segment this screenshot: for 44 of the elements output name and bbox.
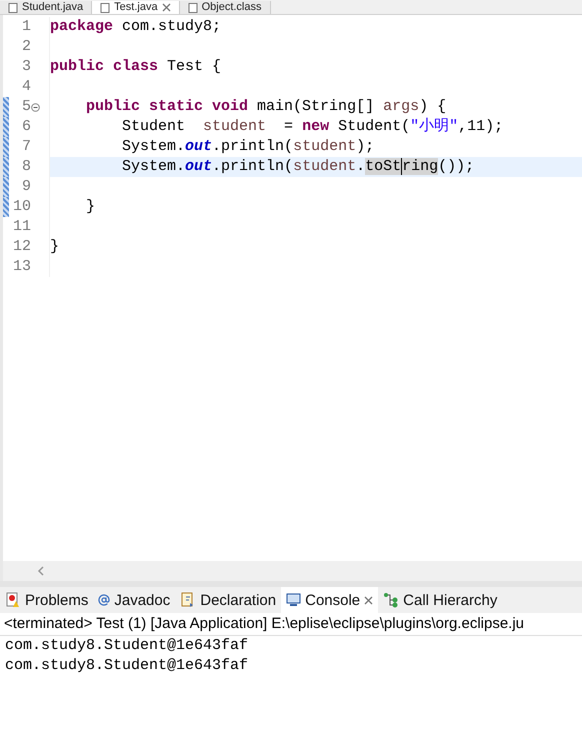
text-caret	[401, 158, 402, 175]
line-number: 2	[20, 37, 31, 57]
code-line: public class Test {	[50, 57, 222, 77]
console-header: <terminated> Test (1) [Java Application] E:\eplise\eclipse\plugins\org.eclipse.ju	[0, 613, 582, 636]
close-icon[interactable]	[162, 3, 171, 12]
panel-tab[interactable]: Console	[281, 587, 378, 613]
line-number: 11	[12, 217, 31, 237]
file-icon	[8, 2, 18, 12]
line-number: 4	[20, 77, 31, 97]
panel-tab[interactable]: Javadoc	[93, 587, 176, 613]
editor-tab[interactable]: Object.class	[180, 1, 270, 14]
line-number: 5	[20, 97, 31, 117]
line-number: 13	[12, 257, 31, 277]
collapse-icon[interactable]	[31, 102, 40, 112]
line-number: 12	[12, 237, 31, 257]
code-line: }	[85, 197, 96, 217]
code-line: package com.study8;	[50, 17, 222, 37]
console-output: com.study8.Student@1e643faf	[4, 656, 250, 676]
problems-icon	[5, 592, 21, 608]
line-number: 1	[20, 17, 31, 37]
code-line: System.out.println(student);	[121, 137, 374, 157]
line-number: 3	[20, 57, 31, 77]
code-line: Student student = new Student("小明",11);	[121, 117, 504, 137]
file-icon	[188, 2, 198, 12]
line-number: 9	[20, 177, 31, 197]
scroll-left-icon[interactable]	[37, 566, 45, 576]
editor-tab[interactable]: Student.java	[0, 1, 92, 14]
file-icon	[100, 2, 110, 12]
line-number: 6	[20, 117, 31, 137]
console-output: com.study8.Student@1e643faf	[4, 636, 250, 656]
code-line: public static void main(String[] args) {	[85, 97, 446, 117]
editor-tab[interactable]: Test.java	[92, 1, 180, 14]
code-line: }	[50, 237, 60, 257]
line-number: 10	[12, 197, 31, 217]
panel-tab[interactable]: Problems	[0, 587, 94, 613]
line-number: 8	[20, 157, 31, 177]
monitor-icon	[286, 593, 302, 607]
panel-tab[interactable]: Call Hierarchy	[378, 587, 502, 613]
code-line: System.out.println(student.toSt ring());	[121, 157, 474, 177]
panel-tab[interactable]: Declaration	[175, 587, 282, 613]
hierarchy-icon	[383, 592, 400, 608]
close-icon[interactable]	[364, 596, 374, 604]
line-number: 7	[20, 137, 31, 157]
at-sign-icon	[98, 594, 110, 606]
